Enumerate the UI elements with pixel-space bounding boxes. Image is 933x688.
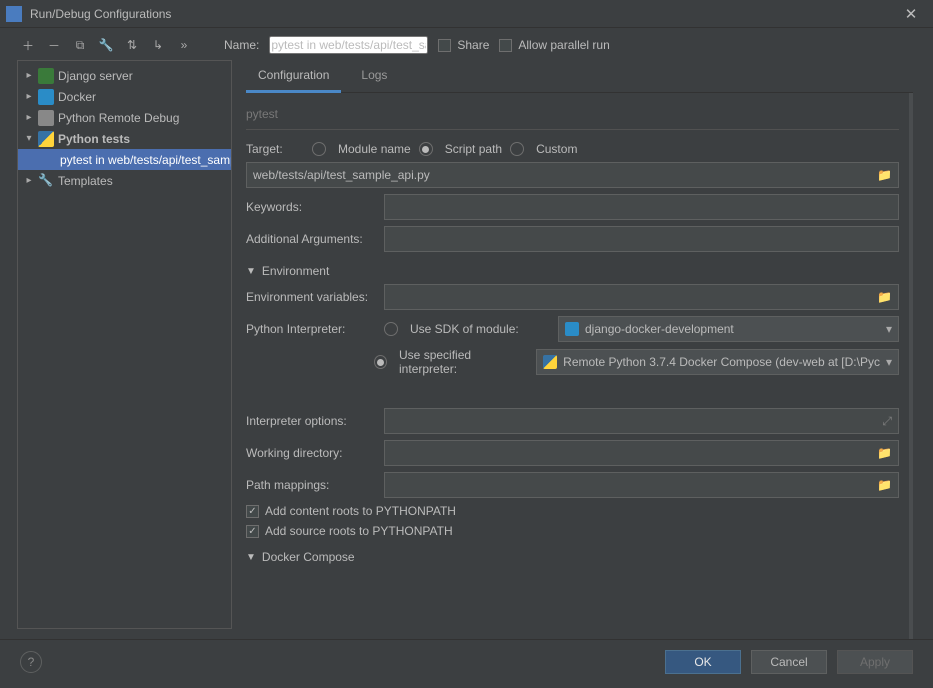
keywords-label: Keywords:	[246, 200, 376, 214]
expand-icon[interactable]: »	[176, 37, 192, 53]
tabs: Configuration Logs	[246, 60, 913, 93]
folder-icon[interactable]: 📁	[877, 168, 892, 182]
tree-node-pytests[interactable]: ▾Python tests	[18, 128, 231, 149]
tab-configuration[interactable]: Configuration	[246, 60, 341, 93]
tab-logs[interactable]: Logs	[349, 60, 399, 92]
radio-custom-label: Custom	[536, 142, 577, 156]
section-docker-toggle[interactable]: ▼Docker Compose	[246, 550, 899, 564]
share-checkbox[interactable]: Share	[438, 38, 489, 52]
pathmap-label: Path mappings:	[246, 478, 376, 492]
tree-node-django[interactable]: ▸Django server	[18, 65, 231, 86]
ok-button[interactable]: OK	[665, 650, 741, 674]
config-tree: ▸Django server ▸Docker ▸Python Remote De…	[17, 60, 232, 629]
spec-dropdown[interactable]: Remote Python 3.7.4 Docker Compose (dev-…	[536, 349, 899, 375]
help-button[interactable]: ?	[20, 651, 42, 673]
workdir-label: Working directory:	[246, 446, 376, 460]
folder-icon[interactable]: 📁	[877, 290, 892, 304]
chevron-down-icon: ▾	[886, 322, 892, 336]
name-input[interactable]	[269, 36, 428, 54]
intopts-label: Interpreter options:	[246, 414, 376, 428]
wrench-icon[interactable]: 🔧	[98, 37, 114, 53]
envvars-field[interactable]: 📁	[384, 284, 899, 310]
cancel-button[interactable]: Cancel	[751, 650, 827, 674]
app-icon	[6, 6, 22, 22]
parallel-label: Allow parallel run	[518, 38, 609, 52]
use-spec-label: Use specified interpreter:	[399, 348, 528, 376]
remove-icon[interactable]: －	[46, 37, 62, 53]
envvars-label: Environment variables:	[246, 290, 376, 304]
tree-node-templates[interactable]: ▸🔧Templates	[18, 170, 231, 191]
folder-icon[interactable]: 📁	[877, 478, 892, 492]
apply-button[interactable]: Apply	[837, 650, 913, 674]
pyint-label: Python Interpreter:	[246, 322, 376, 336]
sdk-dropdown[interactable]: django-docker-development▾	[558, 316, 899, 342]
tree-node-remote[interactable]: ▸Python Remote Debug	[18, 107, 231, 128]
add-icon[interactable]: ＋	[20, 37, 36, 53]
radio-module[interactable]	[312, 142, 326, 156]
radio-module-label: Module name	[338, 142, 411, 156]
tree-node-docker[interactable]: ▸Docker	[18, 86, 231, 107]
radio-script[interactable]	[419, 142, 433, 156]
close-icon[interactable]: ✕	[895, 5, 927, 23]
pathmap-field[interactable]: 📁	[384, 472, 899, 498]
tree-node-selected[interactable]: pytest in web/tests/api/test_sample_api.…	[18, 149, 231, 170]
name-label: Name:	[224, 38, 259, 52]
chevron-down-icon: ▾	[886, 355, 892, 369]
keywords-field[interactable]	[384, 194, 899, 220]
title-bar: Run/Debug Configurations ✕	[0, 0, 933, 28]
copy-icon[interactable]: ⧉	[72, 37, 88, 53]
use-sdk-label: Use SDK of module:	[410, 322, 550, 336]
up-down-icon[interactable]: ⇅	[124, 37, 140, 53]
expand-icon[interactable]: ⤢	[882, 414, 892, 429]
intopts-field[interactable]: ⤢	[384, 408, 899, 434]
section-pytest: pytest	[246, 93, 899, 125]
parallel-checkbox[interactable]: Allow parallel run	[499, 38, 609, 52]
add-content-checkbox[interactable]: ✓Add content roots to PYTHONPATH	[246, 504, 456, 518]
addargs-label: Additional Arguments:	[246, 232, 376, 246]
script-path-field[interactable]: web/tests/api/test_sample_api.py📁	[246, 162, 899, 188]
workdir-field[interactable]: 📁	[384, 440, 899, 466]
window-title: Run/Debug Configurations	[30, 7, 895, 21]
add-source-checkbox[interactable]: ✓Add source roots to PYTHONPATH	[246, 524, 453, 538]
share-label: Share	[457, 38, 489, 52]
folder-move-icon[interactable]: ↳	[150, 37, 166, 53]
radio-use-sdk[interactable]	[384, 322, 398, 336]
addargs-field[interactable]	[384, 226, 899, 252]
add-content-label: Add content roots to PYTHONPATH	[265, 504, 456, 518]
folder-icon[interactable]: 📁	[877, 446, 892, 460]
radio-script-label: Script path	[445, 142, 502, 156]
radio-custom[interactable]	[510, 142, 524, 156]
radio-use-spec[interactable]	[374, 355, 387, 369]
target-label: Target:	[246, 142, 304, 156]
add-source-label: Add source roots to PYTHONPATH	[265, 524, 453, 538]
section-environment-toggle[interactable]: ▼Environment	[246, 264, 899, 278]
sidebar-toolbar: ＋ － ⧉ 🔧 ⇅ ↳ »	[20, 37, 192, 53]
